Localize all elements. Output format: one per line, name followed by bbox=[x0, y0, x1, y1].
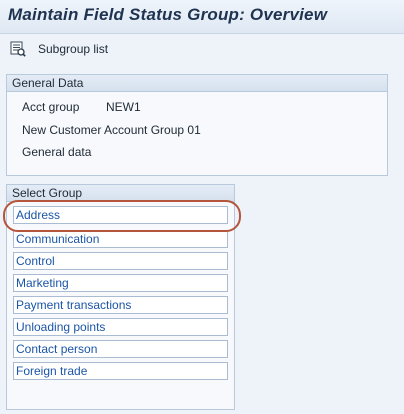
acct-group-value: NEW1 bbox=[106, 100, 141, 114]
application-toolbar: Subgroup list bbox=[0, 34, 404, 64]
group-item-unloading-points[interactable]: Unloading points bbox=[13, 318, 228, 336]
group-item-foreign-trade[interactable]: Foreign trade bbox=[13, 362, 228, 380]
group-item-marketing[interactable]: Marketing bbox=[13, 274, 228, 292]
group-item-payment-transactions[interactable]: Payment transactions bbox=[13, 296, 228, 314]
list-detail-icon bbox=[10, 41, 26, 57]
general-data-header: General Data bbox=[7, 75, 387, 92]
group-item-contact-person[interactable]: Contact person bbox=[13, 340, 228, 358]
group-item-address[interactable]: Address bbox=[13, 206, 228, 224]
subgroup-list-label: Subgroup list bbox=[38, 42, 109, 56]
acct-group-label: Acct group bbox=[22, 100, 80, 114]
page-title: Maintain Field Status Group: Overview bbox=[8, 5, 328, 24]
select-group-panel: Select Group Address Communication Contr… bbox=[6, 184, 235, 410]
subgroup-list-button[interactable]: Subgroup list bbox=[10, 39, 108, 59]
group-item-communication[interactable]: Communication bbox=[13, 230, 228, 248]
group-item-control[interactable]: Control bbox=[13, 252, 228, 270]
select-group-header: Select Group bbox=[7, 185, 234, 202]
acct-group-description: New Customer Account Group 01 bbox=[22, 123, 201, 137]
general-data-text: General data bbox=[22, 145, 92, 159]
general-data-panel: General Data Acct group NEW1 New Custome… bbox=[6, 74, 388, 176]
title-bar: Maintain Field Status Group: Overview bbox=[0, 0, 404, 34]
